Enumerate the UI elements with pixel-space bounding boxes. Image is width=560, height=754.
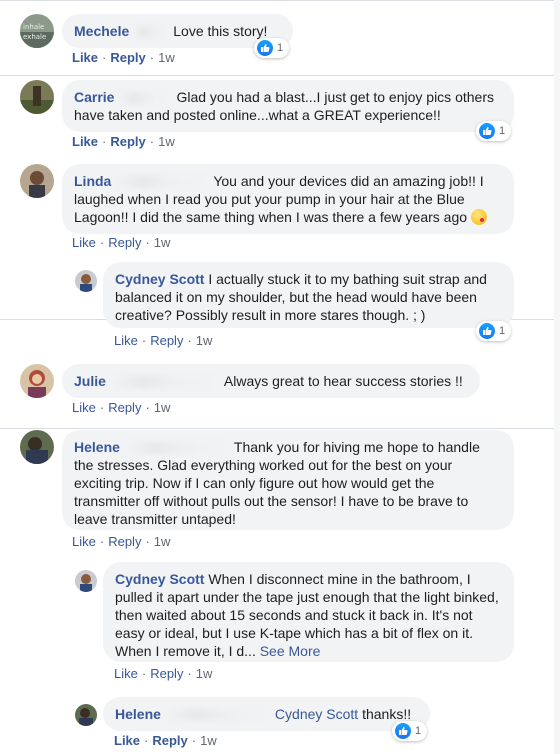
reaction-count: 1 <box>415 725 422 737</box>
reply-link[interactable]: Reply <box>108 235 141 250</box>
author-name[interactable]: Helene <box>74 439 120 455</box>
comment-actions: Like · Reply · 1w <box>114 733 217 748</box>
timestamp[interactable]: 1w <box>158 134 175 149</box>
comment-text: Always great to hear success stories !! <box>223 373 463 389</box>
comment-bubble: Cydney Scott When I disconnect mine in t… <box>103 562 514 662</box>
upper-divider <box>0 75 560 76</box>
avatar[interactable] <box>20 164 54 198</box>
mention-link[interactable]: Cydney Scott <box>275 706 358 722</box>
reply-link[interactable]: Reply <box>110 50 145 65</box>
redacted-surname <box>117 92 174 105</box>
winking-kiss-emoji-icon <box>470 209 487 225</box>
author-name[interactable]: Helene <box>115 706 161 722</box>
redacted-surname <box>163 709 272 722</box>
redacted-surname <box>108 376 221 389</box>
reaction-count: 1 <box>499 125 506 137</box>
comment-bubble: Julie Always great to hear success storie… <box>62 364 480 398</box>
like-link[interactable]: Like <box>114 666 138 681</box>
author-name[interactable]: Mechele <box>74 23 129 39</box>
redacted-surname <box>114 176 211 189</box>
comment-actions: Like · Reply · 1w <box>114 666 213 681</box>
avatar[interactable] <box>20 364 54 398</box>
comment-actions: Like · Reply · 1w <box>72 534 171 549</box>
thumbs-up-icon <box>479 323 495 339</box>
comment-actions: Like · Reply · 1w <box>72 50 175 65</box>
avatar[interactable]: inhale exhale <box>20 14 54 48</box>
svg-text:exhale: exhale <box>23 33 46 41</box>
reply-link[interactable]: Reply <box>108 400 141 415</box>
comment-actions: Like · Reply · 1w <box>72 134 175 149</box>
comment-text: thanks!! <box>362 706 412 722</box>
reaction-count: 1 <box>277 42 284 54</box>
author-name[interactable]: Cydney Scott <box>115 271 204 287</box>
reaction-badge[interactable]: 1 <box>392 721 428 741</box>
reply-link[interactable]: Reply <box>150 333 183 348</box>
avatar[interactable] <box>75 704 97 726</box>
timestamp[interactable]: 1w <box>200 733 217 748</box>
comment-actions: Like · Reply · 1w <box>72 235 171 250</box>
comment-bubble: Carrie Glad you had a blast...I just get … <box>62 80 514 132</box>
reply-link[interactable]: Reply <box>152 733 187 748</box>
like-link[interactable]: Like <box>72 134 98 149</box>
timestamp[interactable]: 1w <box>154 400 171 415</box>
reaction-count: 1 <box>499 325 506 337</box>
author-name[interactable]: Cydney Scott <box>115 571 204 587</box>
scroll-edge <box>554 0 560 754</box>
comment-bubble: Linda You and your devices did an amazing… <box>62 164 514 234</box>
avatar[interactable] <box>20 80 54 114</box>
comment-actions: Like · Reply · 1w <box>72 400 171 415</box>
reaction-badge[interactable]: 1 <box>476 321 512 341</box>
timestamp[interactable]: 1w <box>196 666 213 681</box>
like-link[interactable]: Like <box>114 733 140 748</box>
thumbs-up-icon <box>395 723 411 739</box>
lower-divider <box>0 428 560 429</box>
like-link[interactable]: Like <box>72 50 98 65</box>
like-link[interactable]: Like <box>72 534 96 549</box>
avatar[interactable] <box>75 570 97 592</box>
timestamp[interactable]: 1w <box>154 534 171 549</box>
author-name[interactable]: Carrie <box>74 89 114 105</box>
reply-link[interactable]: Reply <box>108 534 141 549</box>
svg-text:inhale: inhale <box>23 23 44 31</box>
comment-bubble: Cydney Scott I actually stuck it to my b… <box>103 262 514 328</box>
redacted-surname <box>122 442 231 455</box>
see-more-link[interactable]: See More <box>260 643 321 659</box>
avatar[interactable] <box>20 430 54 464</box>
comment-actions: Like · Reply · 1w <box>114 333 213 348</box>
reaction-badge[interactable]: 1 <box>476 121 512 141</box>
reaction-badge[interactable]: 1 <box>254 38 290 58</box>
timestamp[interactable]: 1w <box>196 333 213 348</box>
thumbs-up-icon <box>479 123 495 139</box>
timestamp[interactable]: 1w <box>158 50 175 65</box>
top-divider <box>0 0 560 1</box>
like-link[interactable]: Like <box>114 333 138 348</box>
like-link[interactable]: Like <box>72 235 96 250</box>
avatar[interactable] <box>75 270 97 292</box>
thumbs-up-icon <box>257 40 273 56</box>
comment-bubble: Helene Thank you for hiving me hope to ha… <box>62 430 514 530</box>
reply-link[interactable]: Reply <box>110 134 145 149</box>
timestamp[interactable]: 1w <box>154 235 171 250</box>
redacted-surname <box>132 26 171 39</box>
author-name[interactable]: Julie <box>74 373 106 389</box>
like-link[interactable]: Like <box>72 400 96 415</box>
comment-text: Love this story! <box>173 23 268 39</box>
reply-link[interactable]: Reply <box>150 666 183 681</box>
comment-bubble: Helene Cydney Scott thanks!! <box>103 697 430 731</box>
author-name[interactable]: Linda <box>74 173 111 189</box>
